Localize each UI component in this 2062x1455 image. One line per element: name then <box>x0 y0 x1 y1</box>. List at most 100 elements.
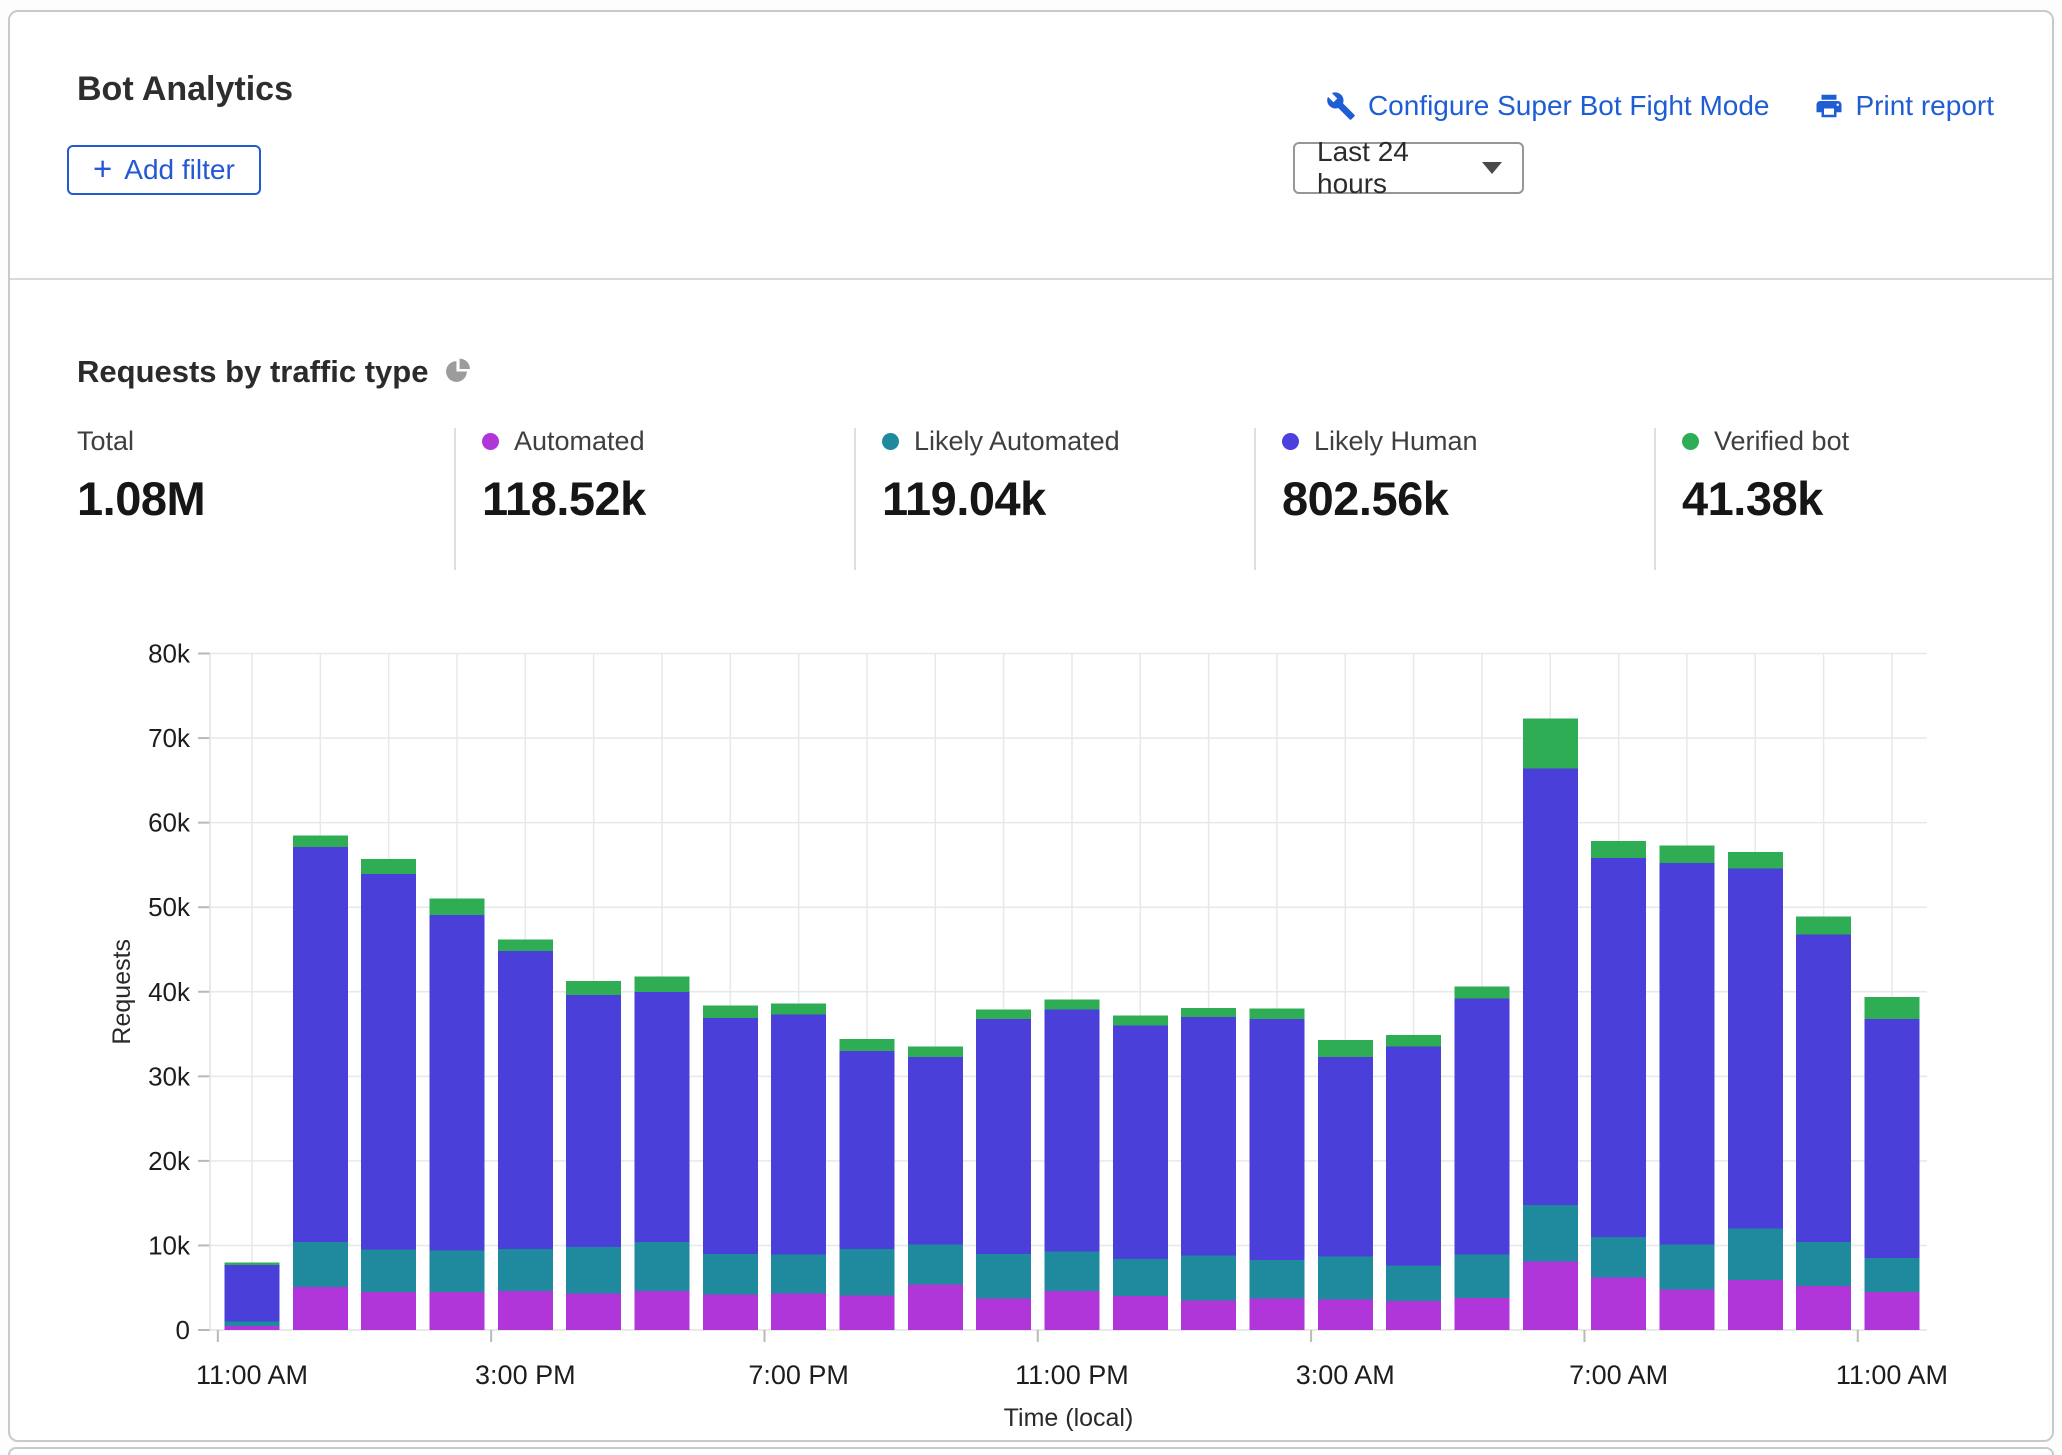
bar-segment-verified-bot <box>1318 1040 1373 1057</box>
bar-segment-likely-automated <box>771 1255 826 1294</box>
bar-segment-likely-human <box>1454 999 1509 1255</box>
y-tick-label: 0 <box>176 1315 190 1345</box>
automated-legend-dot <box>482 433 499 450</box>
bar-segment-likely-human <box>771 1015 826 1255</box>
y-tick-label: 10k <box>148 1230 191 1260</box>
bar-segment-verified-bot <box>1181 1008 1236 1017</box>
bar-segment-likely-human <box>976 1019 1031 1254</box>
time-range-dropdown[interactable]: Last 24 hours <box>1293 142 1524 194</box>
traffic-type-stats: Total 1.08M Automated 118.52k Likely Aut… <box>2 426 2062 576</box>
print-link-label: Print report <box>1856 90 1995 122</box>
bar-segment-verified-bot <box>361 859 416 874</box>
bar-segment-automated <box>1523 1262 1578 1330</box>
bar-segment-automated <box>908 1284 963 1330</box>
bar-segment-automated <box>1181 1300 1236 1330</box>
bar-segment-likely-human <box>1113 1026 1168 1259</box>
bar-segment-verified-bot <box>1454 987 1509 999</box>
bar-segment-automated <box>566 1294 621 1330</box>
bar-segment-likely-automated <box>1659 1245 1714 1290</box>
bar-segment-likely-human <box>1796 934 1851 1242</box>
bar-segment-automated <box>1591 1278 1646 1330</box>
bar-segment-likely-human <box>1659 863 1714 1244</box>
bar-segment-likely-automated <box>361 1250 416 1292</box>
bar-segment-automated <box>225 1326 280 1330</box>
bar-segment-likely-human <box>1523 769 1578 1205</box>
stat-likely-automated-value: 119.04k <box>882 471 1242 526</box>
bar-segment-automated <box>976 1299 1031 1330</box>
bar-segment-automated <box>839 1295 894 1330</box>
header-actions: Configure Super Bot Fight Mode Print rep… <box>1326 90 1994 122</box>
stat-divider <box>454 428 456 570</box>
bar-segment-verified-bot <box>1864 997 1919 1019</box>
likely-automated-legend-dot <box>882 433 899 450</box>
bar-segment-likely-automated <box>293 1242 348 1287</box>
bar-segment-verified-bot <box>703 1005 758 1018</box>
y-tick-label: 30k <box>148 1061 191 1091</box>
bar-segment-automated <box>1113 1296 1168 1330</box>
bar-segment-likely-automated <box>1796 1242 1851 1286</box>
bot-analytics-card: Bot Analytics Configure Super Bot Fight … <box>8 10 2054 1442</box>
bar-segment-likely-automated <box>1181 1256 1236 1301</box>
bar-segment-verified-bot <box>1113 1015 1168 1025</box>
bar-segment-verified-bot <box>293 835 348 847</box>
bar-segment-automated <box>1728 1280 1783 1330</box>
bar-segment-likely-automated <box>1523 1205 1578 1262</box>
bar-segment-verified-bot <box>1044 999 1099 1009</box>
configure-super-bot-fight-mode-link[interactable]: Configure Super Bot Fight Mode <box>1326 90 1770 122</box>
bar-segment-likely-human <box>498 951 553 1249</box>
stat-automated-label: Automated <box>514 426 645 457</box>
stat-likely-human-value: 802.56k <box>1282 471 1642 526</box>
print-report-link[interactable]: Print report <box>1814 90 1995 122</box>
bar-segment-likely-automated <box>1249 1260 1304 1299</box>
add-filter-button[interactable]: + Add filter <box>67 145 261 195</box>
bar-segment-verified-bot <box>498 939 553 951</box>
bar-segment-likely-human <box>1591 858 1646 1237</box>
bar-segment-likely-automated <box>1454 1255 1509 1298</box>
bar-segment-verified-bot <box>1386 1035 1441 1047</box>
bar-segment-likely-human <box>1386 1047 1441 1266</box>
bar-segment-likely-human <box>1864 1019 1919 1258</box>
bar-segment-likely-automated <box>703 1254 758 1295</box>
bar-segment-likely-human <box>1181 1017 1236 1255</box>
bar-segment-automated <box>1044 1291 1099 1330</box>
bar-segment-automated <box>1659 1289 1714 1330</box>
bar-segment-verified-bot <box>976 1010 1031 1019</box>
bar-segment-likely-automated <box>1728 1229 1783 1281</box>
configure-link-label: Configure Super Bot Fight Mode <box>1368 90 1770 122</box>
stat-divider <box>1254 428 1256 570</box>
y-tick-label: 80k <box>148 639 191 669</box>
stat-total-value: 1.08M <box>77 471 437 526</box>
x-tick-label: 3:00 AM <box>1296 1360 1395 1390</box>
stat-verified-bot: Verified bot 41.38k <box>1682 426 2042 526</box>
stat-likely-automated-label: Likely Automated <box>914 426 1120 457</box>
bar-segment-verified-bot <box>1523 719 1578 769</box>
bar-segment-verified-bot <box>1728 852 1783 868</box>
bar-segment-likely-human <box>703 1018 758 1254</box>
bar-segment-likely-human <box>634 992 689 1242</box>
bar-segment-verified-bot <box>225 1262 280 1265</box>
bar-segment-automated <box>1796 1286 1851 1330</box>
bar-segment-verified-bot <box>839 1039 894 1051</box>
bar-segment-automated <box>634 1291 689 1330</box>
stat-divider <box>1654 428 1656 570</box>
bar-segment-likely-automated <box>1864 1258 1919 1292</box>
header-divider <box>10 278 2052 280</box>
x-axis-title: Time (local) <box>1004 1404 1134 1432</box>
bar-segment-automated <box>771 1294 826 1330</box>
bar-segment-likely-human <box>839 1051 894 1249</box>
bar-segment-automated <box>1454 1298 1509 1330</box>
wrench-icon <box>1326 91 1356 121</box>
stat-likely-automated: Likely Automated 119.04k <box>882 426 1242 526</box>
bar-segment-verified-bot <box>634 977 689 992</box>
page-title: Bot Analytics <box>77 70 293 109</box>
bar-segment-likely-human <box>1249 1019 1304 1260</box>
stat-total-label: Total <box>77 426 134 457</box>
bar-segment-likely-human <box>293 847 348 1242</box>
y-tick-label: 50k <box>148 892 191 922</box>
stat-total: Total 1.08M <box>77 426 437 526</box>
bar-segment-likely-automated <box>908 1245 963 1285</box>
section-title: Requests by traffic type <box>77 354 428 390</box>
stat-divider <box>854 428 856 570</box>
x-tick-label: 7:00 AM <box>1569 1360 1668 1390</box>
bar-segment-verified-bot <box>908 1047 963 1057</box>
